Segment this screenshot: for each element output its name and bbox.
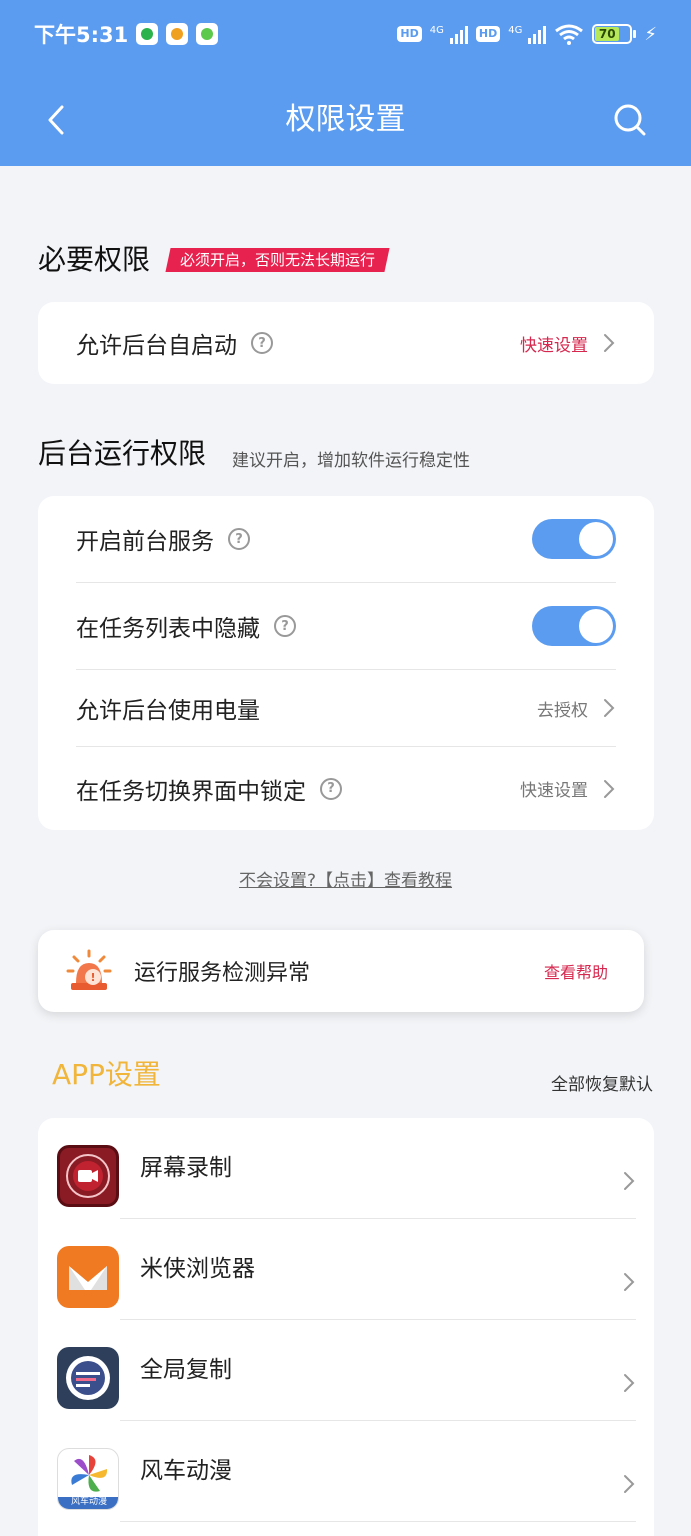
background-card: 开启前台服务 ? 在任务列表中隐藏 ? 允许后台使用电量 去授权 在任务切换界面… — [38, 496, 654, 830]
app-name: 风车动漫 — [140, 1458, 232, 1484]
app-list: 屏幕录制 米侠浏览器 全局复制 风车动漫 风车动漫 — [38, 1118, 654, 1536]
battery-usage-authorize[interactable]: 去授权 — [537, 696, 588, 721]
app-item[interactable]: 全局复制 — [38, 1320, 654, 1421]
top-header: 下午5:31 HD 4G HD 4G 70 ⚡ 权限设置 — [0, 0, 691, 166]
foreground-service-label: 开启前台服务 — [76, 529, 214, 555]
notification-app-icon — [136, 23, 159, 45]
required-warning-badge: 必须开启，否则无法长期运行 — [165, 248, 390, 272]
autostart-row[interactable]: 允许后台自启动 ? 快速设置 — [38, 302, 654, 384]
app-item[interactable]: 米侠浏览器 — [38, 1219, 654, 1320]
signal-icon — [528, 24, 547, 44]
help-icon[interactable]: ? — [251, 332, 273, 354]
app-name: 米侠浏览器 — [140, 1256, 255, 1282]
background-section-hint: 建议开启，增加软件运行稳定性 — [232, 451, 470, 471]
status-bar: 下午5:31 HD 4G HD 4G 70 ⚡ — [0, 0, 691, 68]
divider — [120, 1521, 636, 1522]
hd-badge: HD — [475, 26, 501, 42]
notification-wechat-icon — [166, 23, 189, 45]
hd-badge: HD — [397, 26, 422, 42]
svg-text:!: ! — [90, 971, 95, 984]
app-item[interactable]: 风车动漫 风车动漫 — [38, 1421, 654, 1522]
alert-help-link[interactable]: 查看帮助 — [544, 959, 608, 983]
hide-from-tasks-row: 在任务列表中隐藏 ? — [38, 583, 654, 669]
status-notification-icons — [136, 23, 219, 45]
app-name: 全局复制 — [140, 1357, 232, 1383]
pinwheel-anime-icon: 风车动漫 — [57, 1448, 119, 1510]
autostart-label: 允许后台自启动 — [76, 333, 237, 359]
signal-icon — [449, 24, 468, 44]
charging-icon: ⚡ — [644, 23, 657, 45]
search-button[interactable] — [608, 98, 652, 142]
lock-in-recents-row[interactable]: 在任务切换界面中锁定 ? 快速设置 — [38, 747, 654, 830]
chevron-right-icon — [604, 699, 615, 717]
chevron-right-icon — [624, 1374, 635, 1392]
status-indicators: HD 4G HD 4G 70 ⚡ — [397, 23, 657, 45]
lock-in-recents-quick-setup[interactable]: 快速设置 — [520, 776, 588, 801]
foreground-service-toggle[interactable] — [532, 519, 616, 559]
page-title: 权限设置 — [285, 102, 406, 137]
battery-usage-row[interactable]: 允许后台使用电量 去授权 — [38, 670, 654, 746]
screen-record-icon — [57, 1145, 119, 1207]
wifi-icon — [555, 24, 584, 45]
battery-level: 70 — [595, 27, 620, 41]
tutorial-link[interactable]: 不会设置?【点击】查看教程 — [0, 866, 691, 891]
notification-robot-icon — [196, 23, 219, 45]
app-item[interactable]: 屏幕录制 — [38, 1118, 654, 1219]
chevron-right-icon — [604, 779, 615, 798]
app-settings-title: APP设置 — [52, 1058, 161, 1091]
chevron-right-icon — [624, 1273, 635, 1291]
network-type: 4G — [508, 24, 523, 36]
background-section-title: 后台运行权限 — [38, 437, 207, 470]
foreground-service-row: 开启前台服务 ? — [38, 496, 654, 582]
alert-text: 运行服务检测异常 — [134, 961, 311, 986]
pinwheel-icon-caption: 风车动漫 — [70, 1497, 107, 1507]
autostart-quick-setup[interactable]: 快速设置 — [520, 331, 588, 356]
hide-from-tasks-label: 在任务列表中隐藏 — [76, 616, 260, 642]
global-copy-icon — [57, 1347, 119, 1409]
chevron-right-icon — [624, 1172, 635, 1190]
required-card: 允许后台自启动 ? 快速设置 — [38, 302, 654, 384]
chevron-right-icon — [604, 334, 615, 352]
mixia-browser-icon — [57, 1246, 119, 1308]
help-icon[interactable]: ? — [228, 528, 250, 550]
battery-usage-label: 允许后台使用电量 — [76, 698, 260, 724]
search-icon — [614, 104, 646, 136]
service-alert-card[interactable]: ! 运行服务检测异常 查看帮助 — [38, 930, 644, 1012]
network-type: 4G — [429, 24, 444, 36]
chevron-right-icon — [624, 1475, 635, 1493]
lock-in-recents-label: 在任务切换界面中锁定 — [76, 778, 306, 805]
app-name: 屏幕录制 — [140, 1155, 232, 1181]
required-section-title: 必要权限 — [38, 243, 151, 276]
status-time: 下午5:31 — [34, 23, 129, 47]
hide-from-tasks-toggle[interactable] — [532, 606, 616, 646]
alarm-light-icon: ! — [66, 949, 112, 990]
help-icon[interactable]: ? — [320, 777, 342, 800]
required-warning-text: 必须开启，否则无法长期运行 — [180, 251, 376, 269]
help-icon[interactable]: ? — [274, 615, 296, 637]
restore-defaults-button[interactable]: 全部恢复默认 — [551, 1070, 653, 1095]
battery-icon: 70 — [592, 24, 637, 44]
